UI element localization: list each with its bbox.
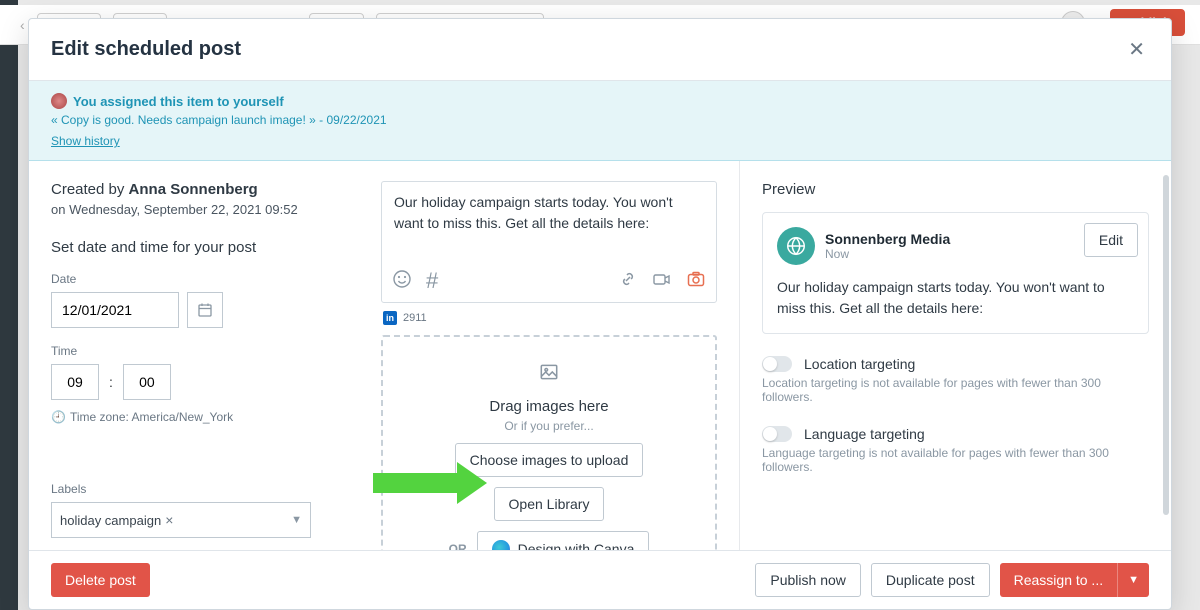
remove-tag-icon[interactable]: × xyxy=(165,512,173,528)
or-text: OR xyxy=(449,542,467,550)
choose-images-button[interactable]: Choose images to upload xyxy=(455,443,644,477)
image-icon xyxy=(538,361,560,388)
modal-header: Edit scheduled post ✕ xyxy=(29,19,1171,81)
clock-icon: 🕘 xyxy=(51,410,66,424)
preview-heading: Preview xyxy=(762,181,1149,198)
show-history-link[interactable]: Show history xyxy=(51,134,120,148)
publish-now-button[interactable]: Publish now xyxy=(755,563,861,597)
image-dropzone[interactable]: Drag images here Or if you prefer... Cho… xyxy=(381,335,717,550)
emoji-icon[interactable] xyxy=(392,269,412,294)
preview-avatar-icon xyxy=(777,227,815,265)
date-label: Date xyxy=(51,272,337,286)
preview-account-name: Sonnenberg Media xyxy=(825,231,950,247)
video-icon[interactable] xyxy=(652,269,672,294)
timezone-text: 🕘 Time zone: America/New_York xyxy=(51,410,337,424)
time-minute-input[interactable] xyxy=(123,364,171,400)
calendar-icon[interactable] xyxy=(187,292,223,328)
language-targeting-desc: Language targeting is not available for … xyxy=(762,446,1149,474)
assignment-text: You assigned this item to yourself xyxy=(73,94,284,109)
reassign-button[interactable]: Reassign to ... xyxy=(1000,563,1118,597)
camera-icon[interactable] xyxy=(686,269,706,294)
duplicate-post-button[interactable]: Duplicate post xyxy=(871,563,990,597)
set-date-heading: Set date and time for your post xyxy=(51,239,337,256)
preview-card: Edit Sonnenberg Media Now Our holiday ca… xyxy=(762,212,1149,334)
chevron-down-icon[interactable]: ▼ xyxy=(291,514,302,526)
edit-preview-button[interactable]: Edit xyxy=(1084,223,1138,257)
hashtag-icon[interactable]: # xyxy=(426,268,438,294)
compose-panel: Our holiday campaign starts today. You w… xyxy=(359,161,739,550)
modal-footer: Delete post Publish now Duplicate post R… xyxy=(29,550,1171,609)
modal-title: Edit scheduled post xyxy=(51,38,241,61)
time-label: Time xyxy=(51,344,337,358)
design-with-canva-button[interactable]: Design with Canva xyxy=(477,531,650,550)
labels-label: Labels xyxy=(51,482,337,496)
preview-text: Our holiday campaign starts today. You w… xyxy=(777,277,1134,319)
link-icon[interactable] xyxy=(618,269,638,294)
label-tag: holiday campaign xyxy=(60,513,161,528)
preview-panel: Preview Edit Sonnenberg Media Now Our ho… xyxy=(739,161,1171,550)
edit-post-modal: Edit scheduled post ✕ You assigned this … xyxy=(28,18,1172,610)
assignment-banner: You assigned this item to yourself « Cop… xyxy=(29,81,1171,161)
labels-select[interactable]: holiday campaign × ▼ xyxy=(51,502,311,538)
linkedin-icon: in xyxy=(383,311,397,325)
compose-box: Our holiday campaign starts today. You w… xyxy=(381,181,717,303)
language-targeting-label: Language targeting xyxy=(804,426,925,442)
created-by: Created by Anna Sonnenberg xyxy=(51,181,337,198)
assignment-note: « Copy is good. Needs campaign launch im… xyxy=(51,113,1149,127)
preview-timestamp: Now xyxy=(825,247,950,261)
time-hour-input[interactable] xyxy=(51,364,99,400)
assignee-avatar-icon xyxy=(51,93,67,109)
reassign-dropdown-icon[interactable]: ▼ xyxy=(1117,563,1149,597)
location-targeting-toggle[interactable] xyxy=(762,356,792,372)
scrollbar[interactable] xyxy=(1163,175,1169,515)
location-targeting-desc: Location targeting is not available for … xyxy=(762,376,1149,404)
date-input[interactable] xyxy=(51,292,179,328)
location-targeting-label: Location targeting xyxy=(804,356,915,372)
dropzone-subtitle: Or if you prefer... xyxy=(504,419,593,433)
app-sidebar xyxy=(0,0,18,610)
canva-icon xyxy=(492,540,510,550)
post-text-area[interactable]: Our holiday campaign starts today. You w… xyxy=(382,182,716,262)
delete-post-button[interactable]: Delete post xyxy=(51,563,150,597)
char-counter: in 2911 xyxy=(383,311,717,325)
close-icon[interactable]: ✕ xyxy=(1124,33,1149,66)
language-targeting-toggle[interactable] xyxy=(762,426,792,442)
schedule-panel: Created by Anna Sonnenberg on Wednesday,… xyxy=(29,161,359,550)
open-library-button[interactable]: Open Library xyxy=(494,487,605,521)
dropzone-title: Drag images here xyxy=(489,398,608,415)
created-on: on Wednesday, September 22, 2021 09:52 xyxy=(51,202,337,217)
